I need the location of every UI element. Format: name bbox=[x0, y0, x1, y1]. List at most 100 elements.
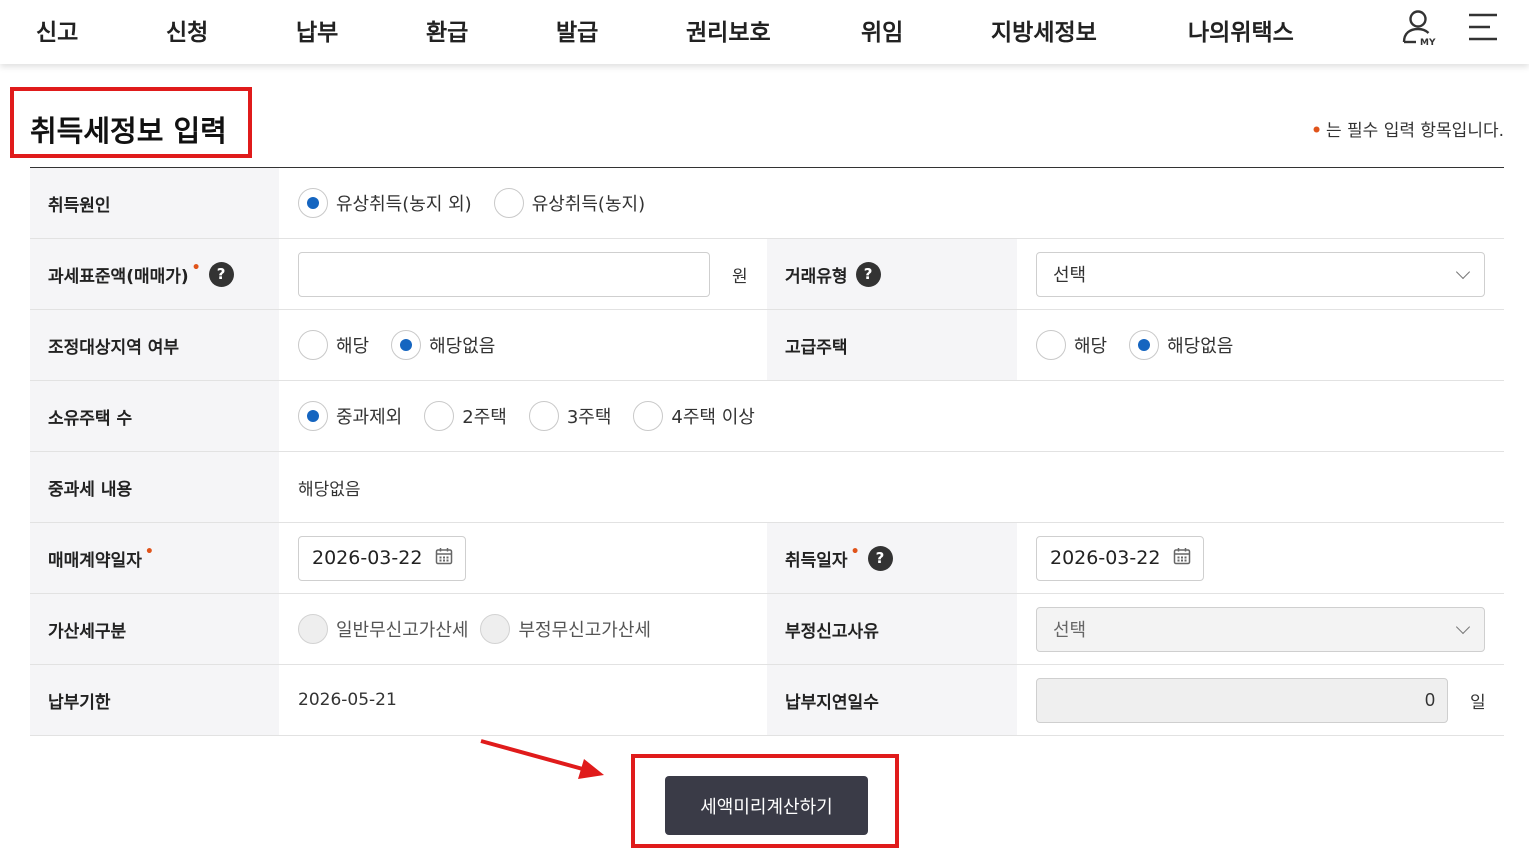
deal-type-cell: 선택 bbox=[1036, 239, 1485, 309]
nav-apply[interactable]: 신청 bbox=[166, 13, 208, 47]
radio-paid-nonfarm[interactable]: 유상취득(농지 외) bbox=[298, 188, 472, 218]
radio-button[interactable] bbox=[298, 614, 328, 644]
heavy-tax-value: 해당없음 bbox=[298, 479, 361, 500]
improper-reason-select[interactable]: 선택 bbox=[1036, 606, 1485, 652]
label-acquisition-date-text: 취득일자 bbox=[785, 550, 848, 571]
radio-button[interactable] bbox=[633, 401, 664, 431]
radio-label: 부정무신고가산세 bbox=[518, 620, 651, 641]
label-heavy-tax: 중과세 내용 bbox=[30, 452, 279, 522]
nav-local-tax-info[interactable]: 지방세정보 bbox=[991, 13, 1097, 47]
radio-button[interactable] bbox=[391, 330, 422, 360]
label-houses-owned: 소유주택 수 bbox=[30, 381, 279, 451]
due-date-value: 2026-05-21 bbox=[298, 690, 397, 710]
day-unit: 일 bbox=[1470, 692, 1486, 713]
radio-adj-applicable[interactable]: 해당 bbox=[298, 330, 369, 360]
required-mark: • bbox=[191, 260, 201, 276]
nav-my-wetax[interactable]: 나의위택스 bbox=[1188, 13, 1294, 47]
radio-paid-farm[interactable]: 유상취득(농지) bbox=[493, 188, 645, 218]
radio-label: 중과제외 bbox=[336, 407, 403, 428]
radio-button[interactable] bbox=[1129, 330, 1160, 360]
radio-button[interactable] bbox=[1036, 330, 1066, 360]
radio-button[interactable] bbox=[528, 401, 559, 431]
radio-button[interactable] bbox=[298, 401, 328, 431]
nav-payment[interactable]: 납부 bbox=[296, 13, 338, 47]
radio-luxury-not-applicable[interactable]: 해당없음 bbox=[1129, 330, 1233, 360]
label-luxury-house: 고급주택 bbox=[767, 310, 1017, 380]
radio-label: 3주택 bbox=[566, 407, 612, 428]
calculate-tax-button[interactable]: 세액미리계산하기 bbox=[665, 776, 868, 835]
luxury-house-group: 해당 해당없음 bbox=[1036, 310, 1255, 380]
late-days-cell: 일 bbox=[1036, 665, 1486, 735]
row-tax-base: 과세표준액(매매가) • ? 원 거래유형 ? 선택 bbox=[30, 239, 1504, 310]
top-nav: 신고 신청 납부 환급 발급 권리보호 위임 지방세정보 나의위택스 MY bbox=[0, 0, 1529, 64]
radio-label: 2주택 bbox=[462, 407, 507, 428]
radio-label: 해당없음 bbox=[429, 336, 496, 357]
radio-button[interactable] bbox=[424, 401, 455, 431]
help-icon[interactable]: ? bbox=[855, 261, 881, 287]
radio-button[interactable] bbox=[493, 188, 524, 218]
improper-reason-cell: 선택 bbox=[1036, 594, 1485, 664]
radio-label: 해당 bbox=[1074, 336, 1108, 357]
radio-button[interactable] bbox=[480, 614, 511, 644]
label-due-date: 납부기한 bbox=[30, 665, 279, 735]
tax-base-input[interactable] bbox=[298, 251, 710, 297]
required-note-text: 는 필수 입력 항목입니다. bbox=[1325, 121, 1504, 141]
radio-improper-nonfiling-penalty[interactable]: 부정무신고가산세 bbox=[480, 614, 651, 644]
nav-issue[interactable]: 발급 bbox=[556, 13, 598, 47]
adjustment-area-group: 해당 해당없음 bbox=[298, 310, 517, 380]
radio-three-houses[interactable]: 3주택 bbox=[528, 401, 612, 431]
acquisition-tax-form: 취득원인 유상취득(농지 외) 유상취득(농지) 과세표준액(매매가) • ? … bbox=[30, 167, 1504, 736]
contract-date-value: 2026-03-22 bbox=[312, 547, 423, 569]
required-note: • 는 필수 입력 항목입니다. bbox=[1311, 116, 1504, 141]
help-icon[interactable]: ? bbox=[208, 261, 234, 287]
nav-refund[interactable]: 환급 bbox=[426, 13, 468, 47]
chevron-down-icon bbox=[1455, 619, 1471, 634]
radio-luxury-applicable[interactable]: 해당 bbox=[1036, 330, 1107, 360]
contract-date-cell: 2026-03-22 bbox=[298, 523, 466, 593]
tax-base-cell: 원 bbox=[298, 239, 748, 309]
acquisition-date-input[interactable]: 2026-03-22 bbox=[1036, 535, 1204, 581]
radio-general-nonfiling-penalty[interactable]: 일반무신고가산세 bbox=[298, 614, 468, 644]
label-tax-base: 과세표준액(매매가) • ? bbox=[30, 239, 279, 309]
label-acquisition-date: 취득일자 • ? bbox=[767, 523, 1017, 593]
row-adjustment-area: 조정대상지역 여부 해당 해당없음 고급주택 해당 해당없음 bbox=[30, 310, 1504, 381]
radio-label: 해당 bbox=[336, 336, 370, 357]
contract-date-input[interactable]: 2026-03-22 bbox=[298, 535, 466, 581]
row-dates: 매매계약일자 • 2026-03-22 취득일자 • ? 2026-03-22 bbox=[30, 523, 1504, 594]
page-title: 취득세정보 입력 bbox=[30, 114, 227, 148]
annotation-arrow-icon bbox=[478, 733, 608, 787]
row-acquisition-cause: 취득원인 유상취득(농지 외) 유상취득(농지) bbox=[30, 168, 1504, 239]
radio-four-plus-houses[interactable]: 4주택 이상 bbox=[633, 401, 755, 431]
nav-delegation[interactable]: 위임 bbox=[861, 13, 903, 47]
deal-type-select[interactable]: 선택 bbox=[1036, 251, 1485, 297]
label-improper-reason: 부정신고사유 bbox=[767, 594, 1017, 664]
required-mark: • bbox=[1311, 121, 1322, 141]
radio-button[interactable] bbox=[298, 330, 328, 360]
my-page-icon[interactable]: MY bbox=[1399, 8, 1441, 54]
radio-adj-not-applicable[interactable]: 해당없음 bbox=[391, 330, 495, 360]
radio-heavy-excluded[interactable]: 중과제외 bbox=[298, 401, 402, 431]
late-days-input[interactable] bbox=[1036, 677, 1448, 723]
required-mark: • bbox=[144, 544, 154, 560]
label-contract-date: 매매계약일자 • bbox=[30, 523, 279, 593]
radio-label: 유상취득(농지 외) bbox=[336, 194, 472, 215]
won-unit: 원 bbox=[732, 266, 748, 287]
radio-button[interactable] bbox=[298, 188, 328, 218]
label-deal-type-text: 거래유형 bbox=[785, 266, 848, 287]
label-penalty-type: 가산세구분 bbox=[30, 594, 279, 664]
radio-two-houses[interactable]: 2주택 bbox=[424, 401, 507, 431]
label-late-days: 납부지연일수 bbox=[767, 665, 1017, 735]
deal-type-value: 선택 bbox=[1053, 265, 1087, 286]
calendar-icon[interactable] bbox=[435, 547, 453, 570]
nav-report[interactable]: 신고 bbox=[36, 13, 78, 47]
help-icon[interactable]: ? bbox=[867, 545, 893, 571]
label-adjustment-area: 조정대상지역 여부 bbox=[30, 310, 279, 380]
hamburger-menu-icon[interactable] bbox=[1466, 12, 1500, 48]
calendar-icon[interactable] bbox=[1173, 547, 1191, 570]
label-tax-base-text: 과세표준액(매매가) bbox=[48, 266, 189, 287]
penalty-type-group: 일반무신고가산세 부정무신고가산세 bbox=[298, 594, 673, 664]
improper-reason-value: 선택 bbox=[1053, 620, 1087, 641]
chevron-down-icon bbox=[1455, 264, 1471, 279]
radio-label: 해당없음 bbox=[1167, 336, 1234, 357]
nav-rights-protection[interactable]: 권리보호 bbox=[686, 13, 771, 47]
